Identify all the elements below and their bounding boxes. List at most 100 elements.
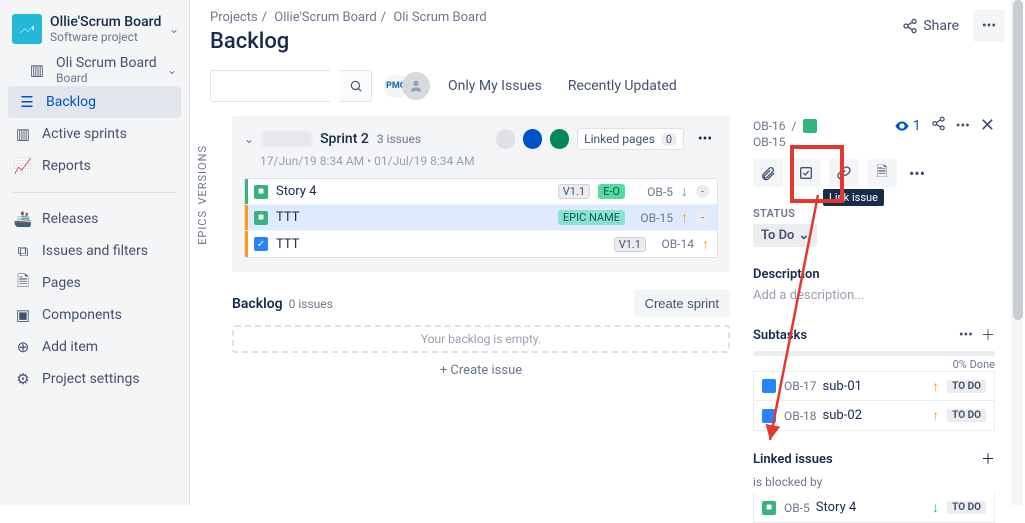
board-name: Oli Scrum Board <box>56 55 157 71</box>
issue-key: OB-5 <box>633 185 673 199</box>
progress-percent: 0% Done <box>753 358 995 371</box>
sprint-dates: 17/Jun/19 8:34 AM • 01/Jul/19 8:34 AM <box>260 154 718 168</box>
board-sub: Board <box>56 71 157 85</box>
attach-button[interactable] <box>753 159 783 187</box>
close-icon[interactable]: ✕ <box>980 115 995 136</box>
linked-pages-button[interactable]: Linked pages 0 <box>577 128 684 150</box>
priority-icon: ↓ <box>932 499 939 516</box>
create-sprint-button[interactable]: Create sprint <box>634 290 730 317</box>
nav-issues-filters[interactable]: ⧉ Issues and filters <box>0 235 189 267</box>
issue-row[interactable]: ■ TTT EPIC NAME OB-15 ↑ - <box>245 205 717 231</box>
link-issue-button[interactable] <box>829 159 859 187</box>
sprint-issue-list: ■ Story 4 V1.1 E-O OB-5 ↓ - ■ TTT EPIC N… <box>244 178 718 258</box>
filter-only-my-issues[interactable]: Only My Issues <box>440 78 550 94</box>
reports-icon: 📈 <box>12 157 34 175</box>
sprint-more[interactable]: ••• <box>692 126 718 152</box>
crumb-board[interactable]: Oli Scrum Board <box>393 10 486 25</box>
backlog-label: Backlog <box>232 296 283 312</box>
crumb-projects[interactable]: Projects <box>210 10 258 25</box>
nav-project-settings[interactable]: ⚙ Project settings <box>0 363 189 395</box>
epic-label[interactable]: EPIC NAME <box>558 210 625 225</box>
nav-label: Project settings <box>42 371 140 387</box>
subtask-row[interactable]: OB-18 sub-02 ↑ TO DO <box>753 401 995 431</box>
watch-button[interactable]: 1 <box>894 118 921 134</box>
search-button[interactable] <box>340 70 372 102</box>
share-icon[interactable] <box>931 116 946 135</box>
linked-issue-row[interactable]: ■ OB-5 Story 4 ↓ TO DO <box>753 493 995 523</box>
filter-recently-updated[interactable]: Recently Updated <box>560 78 685 94</box>
version-label: V1.1 <box>558 184 590 199</box>
share-icon[interactable]: Share <box>902 18 959 34</box>
status-dropdown[interactable]: To Do ⌄ <box>753 224 817 247</box>
add-subtask[interactable]: ＋ <box>981 325 995 345</box>
add-icon: ⊕ <box>12 338 34 356</box>
nav-pages[interactable]: 🗎 Pages <box>0 267 189 299</box>
link-issue-tooltip: Link issue <box>823 189 884 206</box>
filters-icon: ⧉ <box>12 242 34 260</box>
nav-label: Reports <box>42 158 91 174</box>
components-icon: ▣ <box>12 306 34 324</box>
sprint-prefix <box>262 131 312 147</box>
add-linked-issue[interactable]: ＋ <box>981 449 995 469</box>
page-button[interactable]: 🗎 <box>867 159 897 187</box>
subtasks-more[interactable]: ••• <box>959 327 973 343</box>
parent-key[interactable]: OB-16 <box>753 119 786 133</box>
project-switcher[interactable]: Ollie'Scrum Board Software project ⌄ <box>0 6 189 54</box>
nav-label: Releases <box>42 211 98 227</box>
backlog-header: Backlog 0 issues Create sprint <box>232 290 730 317</box>
status-value: To Do <box>761 228 794 243</box>
nav-releases[interactable]: 🚢 Releases <box>0 203 189 235</box>
priority-icon: ↑ <box>932 407 939 424</box>
search-input[interactable] <box>210 70 330 102</box>
nav-components[interactable]: ▣ Components <box>0 299 189 331</box>
issue-title: TTT <box>276 210 299 225</box>
versions-tab[interactable]: VERSIONS <box>196 145 214 205</box>
story-icon: ■ <box>254 185 268 199</box>
status-label: STATUS <box>753 207 795 220</box>
subtasks-heading: Subtasks <box>753 328 807 343</box>
nav-active-sprints[interactable]: ▥ Active sprints <box>0 118 189 150</box>
status-pill-inprogress[interactable] <box>523 129 542 149</box>
linked-status: TO DO <box>947 501 986 514</box>
project-logo <box>12 14 42 44</box>
nav-label: Active sprints <box>42 126 127 142</box>
status-pill-todo[interactable] <box>496 129 515 149</box>
nav-reports[interactable]: 📈 Reports <box>0 150 189 182</box>
epics-tab[interactable]: EPICS <box>196 210 214 245</box>
create-issue-button[interactable]: + Create issue <box>232 363 730 378</box>
crumb-project[interactable]: Ollie'Scrum Board <box>274 10 376 25</box>
action-more[interactable]: ••• <box>905 164 929 183</box>
gear-icon: ⚙ <box>12 370 34 388</box>
subtask-row[interactable]: OB-17 sub-01 ↑ TO DO <box>753 371 995 401</box>
more-icon[interactable]: ••• <box>956 118 970 134</box>
scrollbar-thumb[interactable] <box>1013 0 1023 320</box>
status-pill-done[interactable] <box>550 129 569 149</box>
estimate-dash: - <box>696 185 709 198</box>
backlog-icon: ☰ <box>16 93 38 111</box>
sprint-collapse[interactable]: ⌄ <box>244 132 254 146</box>
linked-issues-heading: Linked issues <box>753 452 833 467</box>
epic-short: E-O <box>598 184 625 199</box>
more-button[interactable]: ••• <box>973 10 1005 42</box>
description-placeholder[interactable]: Add a description... <box>753 288 995 303</box>
breadcrumb: Projects/ Ollie'Scrum Board/ Oli Scrum B… <box>210 10 1005 25</box>
linked-pages-label: Linked pages <box>584 132 655 146</box>
sprints-icon: ▥ <box>12 125 34 143</box>
nav-add-item[interactable]: ⊕ Add item <box>0 331 189 363</box>
priority-icon: ↑ <box>702 236 709 253</box>
issue-key[interactable]: OB-15 <box>753 135 786 149</box>
pages-icon: 🗎 <box>12 271 34 296</box>
linked-key: OB-5 <box>784 501 810 515</box>
sprint-count: 3 issues <box>377 132 421 146</box>
issue-row[interactable]: ■ Story 4 V1.1 E-O OB-5 ↓ - <box>245 179 717 205</box>
issue-row[interactable]: ✓ TTT V1.1 OB-14 ↑ <box>245 231 717 257</box>
backlog-count: 0 issues <box>289 297 333 311</box>
project-type: Software project <box>50 30 161 44</box>
subtask-button[interactable] <box>791 159 821 187</box>
subtask-status: TO DO <box>947 380 986 393</box>
nav-backlog[interactable]: ☰ Backlog <box>8 86 181 118</box>
backlog-empty: Your backlog is empty. <box>232 325 730 353</box>
board-switcher[interactable]: ▥ Oli Scrum Board Board ⌄ <box>0 54 189 86</box>
avatar-unassigned[interactable] <box>402 72 430 100</box>
nav-label: Components <box>42 307 122 323</box>
